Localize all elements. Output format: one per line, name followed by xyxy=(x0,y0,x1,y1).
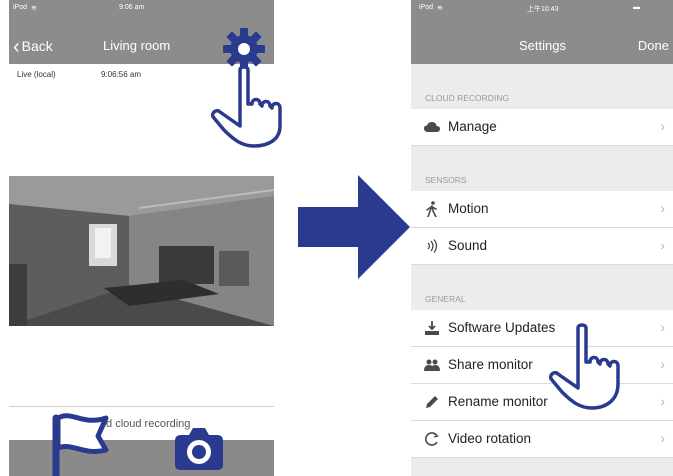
chevron-right-icon: › xyxy=(660,319,665,335)
users-icon xyxy=(424,357,440,373)
chevron-right-icon: › xyxy=(660,118,665,134)
section-header-general: GENERAL xyxy=(425,294,466,304)
walking-person-icon xyxy=(424,201,440,217)
settings-row-manage[interactable]: Manage › xyxy=(411,109,673,146)
page-title: Living room xyxy=(103,38,171,53)
live-time: 9:06:56 am xyxy=(101,70,142,79)
flag-icon[interactable] xyxy=(50,410,112,476)
settings-row-rename-monitor[interactable]: Rename monitor › xyxy=(411,384,673,421)
pencil-icon xyxy=(424,394,440,410)
chevron-right-icon: › xyxy=(660,200,665,216)
add-cloud-recording-button[interactable]: Add cloud recording xyxy=(9,406,274,441)
status-bar: iPod ≋ 9:06 am xyxy=(9,0,274,18)
settings-row-motion[interactable]: Motion › xyxy=(411,191,673,228)
back-button[interactable]: ‹ Back xyxy=(13,36,53,59)
bottom-toolbar xyxy=(9,440,274,476)
back-label: Back xyxy=(21,38,53,54)
download-icon xyxy=(424,320,440,336)
status-time: 9:06 am xyxy=(119,4,145,11)
wifi-icon: ≋ xyxy=(31,5,37,12)
row-label: Rename monitor xyxy=(448,394,548,409)
pointing-hand-icon xyxy=(210,65,282,148)
rotate-icon xyxy=(424,431,440,447)
live-label: Live (local) xyxy=(17,70,56,79)
navigation-bar: iPod ≋ 上午10:43 ▬ Settings Done xyxy=(411,0,673,64)
status-time: 上午10:43 xyxy=(527,6,559,13)
chevron-left-icon: ‹ xyxy=(13,36,20,58)
arrow-right-icon xyxy=(298,175,410,279)
section-header-cloud-recording: CLOUD RECORDING xyxy=(425,93,510,103)
done-button[interactable]: Done xyxy=(638,38,669,53)
page-title: Settings xyxy=(519,38,566,53)
row-label: Software Updates xyxy=(448,320,556,335)
chevron-right-icon: › xyxy=(660,430,665,446)
settings-row-share-monitor[interactable]: Share monitor › xyxy=(411,347,673,384)
row-label: Video rotation xyxy=(448,431,532,446)
sound-waves-icon xyxy=(424,238,440,254)
settings-row-video-rotation[interactable]: Video rotation › xyxy=(411,421,673,458)
status-bar: iPod ≋ 上午10:43 ▬ xyxy=(411,0,673,18)
chevron-right-icon: › xyxy=(660,393,665,409)
office-camera-image xyxy=(9,176,274,326)
settings-row-software-updates[interactable]: Software Updates › xyxy=(411,310,673,347)
row-label: Motion xyxy=(448,201,489,216)
row-label: Share monitor xyxy=(448,357,533,372)
cloud-icon xyxy=(424,119,440,135)
device-label: iPod xyxy=(419,4,434,11)
settings-row-sound[interactable]: Sound › xyxy=(411,228,673,265)
camera-live-view[interactable] xyxy=(9,176,274,326)
camera-icon[interactable] xyxy=(173,425,225,471)
row-label: Manage xyxy=(448,119,497,134)
row-label: Sound xyxy=(448,238,488,253)
settings-list: CLOUD RECORDING Manage › SENSORS Motion … xyxy=(411,64,673,476)
battery-icon: ▬ xyxy=(633,4,640,11)
chevron-right-icon: › xyxy=(660,356,665,372)
chevron-right-icon: › xyxy=(660,237,665,253)
device-label: iPod xyxy=(13,4,28,11)
pointing-hand-icon xyxy=(548,323,620,410)
section-header-sensors: SENSORS xyxy=(425,175,467,185)
wifi-icon: ≋ xyxy=(437,5,443,12)
settings-screen: iPod ≋ 上午10:43 ▬ Settings Done CLOUD REC… xyxy=(411,0,673,476)
